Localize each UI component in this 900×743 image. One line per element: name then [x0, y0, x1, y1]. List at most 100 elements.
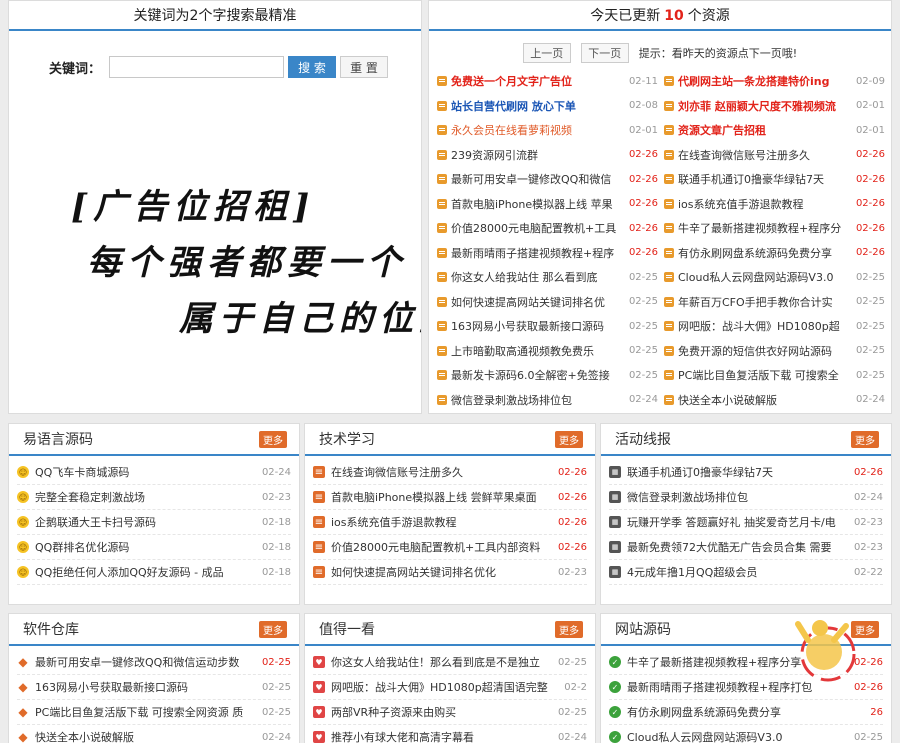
resource-item[interactable]: 微信登录刺激战场排位包 02-24 [437, 388, 658, 413]
item-title[interactable]: 快送全本小说破解版 [35, 729, 259, 743]
item-title[interactable]: 企鹅联通大王卡扫号源码 [35, 514, 259, 530]
resource-title[interactable]: 年薪百万CFO手把手教你合计实 [678, 294, 853, 310]
more-button[interactable]: 更多 [851, 430, 879, 448]
resource-title[interactable]: 资源文章广告招租 [678, 122, 853, 138]
list-item[interactable]: ☺ 完整全套稳定刺激战场 02-23 [17, 485, 291, 510]
item-title[interactable]: 如何快速提高网站关键词排名优化 [331, 564, 555, 580]
item-title[interactable]: 微信登录刺激战场排位包 [627, 489, 851, 505]
resource-item[interactable]: 免费送一个月文字广告位 02-11 [437, 69, 658, 94]
resource-item[interactable]: Cloud私人云网盘网站源码V3.0 02-25 [664, 265, 885, 290]
resource-item[interactable]: 最新雨晴雨子搭建视频教程+程序 02-26 [437, 241, 658, 266]
item-title[interactable]: 完整全套稳定刺激战场 [35, 489, 259, 505]
resource-item[interactable]: 快送全本小说破解版 02-24 [664, 388, 885, 413]
resource-title[interactable]: 上市暗勤取高通视频教免费乐 [451, 343, 626, 359]
resource-title[interactable]: 代刷网主站一条龙搭建特价ing [678, 73, 853, 89]
resource-item[interactable]: 年薪百万CFO手把手教你合计实 02-25 [664, 290, 885, 315]
resource-item[interactable]: 联通手机通订0撸豪华绿钻7天 02-26 [664, 167, 885, 192]
item-title[interactable]: PC端比目鱼复活版下载 可搜索全网资源 质 [35, 704, 259, 720]
resource-item[interactable]: 资源文章广告招租 02-01 [664, 118, 885, 143]
resource-item[interactable]: 站长自营代刷网 放心下单 02-08 [437, 94, 658, 119]
resource-title[interactable]: 239资源网引流群 [451, 147, 626, 163]
next-page-button[interactable]: 下一页 [580, 43, 629, 63]
list-item[interactable]: ▦ 最新免费领72大优酷无广告会员合集 需要 02-23 [609, 535, 883, 560]
resource-item[interactable]: 牛辛了最新搭建视频教程+程序分 02-26 [664, 216, 885, 241]
resource-title[interactable]: 免费开源的短信供衣好网站源码 [678, 343, 853, 359]
resource-item[interactable]: PC端比目鱼复活版下载 可搜索全 02-25 [664, 363, 885, 388]
list-item[interactable]: ◆ 163网易小号获取最新接口源码 02-25 [17, 675, 291, 700]
item-title[interactable]: 最新可用安卓一键修改QQ和微信运动步数 [35, 654, 259, 670]
list-item[interactable]: ≡ ios系统充值手游退款教程 02-26 [313, 510, 587, 535]
more-button[interactable]: 更多 [259, 620, 287, 638]
resource-title[interactable]: 最新发卡源码6.0全解密+免签接 [451, 367, 626, 383]
search-button[interactable]: 搜 索 [288, 56, 337, 78]
more-button[interactable]: 更多 [555, 620, 583, 638]
list-item[interactable]: ≡ 首款电脑iPhone模拟器上线 尝鲜苹果桌面 02-26 [313, 485, 587, 510]
list-item[interactable]: ▦ 玩赚开学季 答题赢好礼 抽奖爱奇艺月卡/电 02-23 [609, 510, 883, 535]
resource-item[interactable]: 代刷网主站一条龙搭建特价ing 02-09 [664, 69, 885, 94]
list-item[interactable]: ▦ 微信登录刺激战场排位包 02-24 [609, 485, 883, 510]
resource-item[interactable]: 最新可用安卓一键修改QQ和微信 02-26 [437, 167, 658, 192]
resource-title[interactable]: 最新可用安卓一键修改QQ和微信 [451, 171, 626, 187]
resource-item[interactable]: ios系统充值手游退款教程 02-26 [664, 192, 885, 217]
item-title[interactable]: 有仿永刷网盘系统源码免费分享 [627, 704, 851, 720]
item-title[interactable]: 首款电脑iPhone模拟器上线 尝鲜苹果桌面 [331, 489, 555, 505]
resource-item[interactable]: 239资源网引流群 02-26 [437, 143, 658, 168]
resource-item[interactable]: 永久会员在线看萝莉视频 02-01 [437, 118, 658, 143]
resource-item[interactable]: 首款电脑iPhone模拟器上线 苹果 02-26 [437, 192, 658, 217]
resource-title[interactable]: ios系统充值手游退款教程 [678, 196, 853, 212]
more-button[interactable]: 更多 [555, 430, 583, 448]
item-title[interactable]: 价值28000元电脑配置教机+工具内部资料 [331, 539, 555, 555]
search-input[interactable] [109, 56, 285, 78]
list-item[interactable]: ♥ 两部VR种子资源来由购买 02-25 [313, 700, 587, 725]
resource-item[interactable]: 如何快速提高网站关键词排名优 02-25 [437, 290, 658, 315]
list-item[interactable]: ☺ QQ飞车卡商城源码 02-24 [17, 460, 291, 485]
list-item[interactable]: ☺ QQ群排名优化源码 02-18 [17, 535, 291, 560]
resource-title[interactable]: 联通手机通订0撸豪华绿钻7天 [678, 171, 853, 187]
list-item[interactable]: ≡ 在线查询微信账号注册多久 02-26 [313, 460, 587, 485]
list-item[interactable]: ≡ 如何快速提高网站关键词排名优化 02-23 [313, 560, 587, 585]
list-item[interactable]: ◆ 快送全本小说破解版 02-24 [17, 725, 291, 743]
item-title[interactable]: 163网易小号获取最新接口源码 [35, 679, 259, 695]
resource-item[interactable]: 最新发卡源码6.0全解密+免签接 02-25 [437, 363, 658, 388]
resource-item[interactable]: 163网易小号获取最新接口源码 02-25 [437, 314, 658, 339]
resource-item[interactable]: 上市暗勤取高通视频教免费乐 02-25 [437, 339, 658, 364]
resource-item[interactable]: 网吧版：战斗大佣》HD1080p超 02-25 [664, 314, 885, 339]
resource-title[interactable]: 微信登录刺激战场排位包 [451, 392, 626, 408]
item-title[interactable]: ios系统充值手游退款教程 [331, 514, 555, 530]
item-title[interactable]: 你这女人给我站住！那么看到底是不是独立 [331, 654, 555, 670]
ad-banner[interactable]: [广告位招租] 每个强者都要一个 属于自己的位置 [9, 171, 421, 351]
resource-title[interactable]: 永久会员在线看萝莉视频 [451, 122, 626, 138]
resource-title[interactable]: 163网易小号获取最新接口源码 [451, 318, 626, 334]
resource-title[interactable]: 网吧版：战斗大佣》HD1080p超 [678, 318, 853, 334]
prev-page-button[interactable]: 上一页 [522, 43, 571, 63]
resource-title[interactable]: Cloud私人云网盘网站源码V3.0 [678, 269, 853, 285]
list-item[interactable]: ☺ QQ拒绝任何人添加QQ好友源码 - 成品 02-18 [17, 560, 291, 585]
item-title[interactable]: 4元成年撸1月QQ超级会员 [627, 564, 851, 580]
item-title[interactable]: 玩赚开学季 答题赢好礼 抽奖爱奇艺月卡/电 [627, 514, 851, 530]
resource-title[interactable]: 你这女人给我站住 那么看到底 [451, 269, 626, 285]
list-item[interactable]: ♥ 推荐小有球大佬和高清字幕看 02-24 [313, 725, 587, 743]
item-title[interactable]: 在线查询微信账号注册多久 [331, 464, 555, 480]
resource-title[interactable]: 如何快速提高网站关键词排名优 [451, 294, 626, 310]
resource-title[interactable]: 牛辛了最新搭建视频教程+程序分 [678, 220, 853, 236]
resource-title[interactable]: 快送全本小说破解版 [678, 392, 853, 408]
item-title[interactable]: QQ拒绝任何人添加QQ好友源码 - 成品 [35, 564, 259, 580]
resource-title[interactable]: 价值28000元电脑配置教机+工具 [451, 220, 626, 236]
item-title[interactable]: QQ飞车卡商城源码 [35, 464, 259, 480]
list-item[interactable]: ✓ Cloud私人云网盘网站源码V3.0 02-25 [609, 725, 883, 743]
resource-title[interactable]: PC端比目鱼复活版下载 可搜索全 [678, 367, 853, 383]
list-item[interactable]: ≡ 价值28000元电脑配置教机+工具内部资料 02-26 [313, 535, 587, 560]
item-title[interactable]: 推荐小有球大佬和高清字幕看 [331, 729, 555, 743]
list-item[interactable]: ☺ 企鹅联通大王卡扫号源码 02-18 [17, 510, 291, 535]
list-item[interactable]: ✓ 有仿永刷网盘系统源码免费分享 26 [609, 700, 883, 725]
item-title[interactable]: QQ群排名优化源码 [35, 539, 259, 555]
item-title[interactable]: 两部VR种子资源来由购买 [331, 704, 555, 720]
resource-item[interactable]: 免费开源的短信供衣好网站源码 02-25 [664, 339, 885, 364]
item-title[interactable]: 网吧版：战斗大佣》HD1080p超清国语完整 [331, 679, 555, 695]
resource-title[interactable]: 首款电脑iPhone模拟器上线 苹果 [451, 196, 626, 212]
resource-title[interactable]: 刘亦菲 赵丽颖大尺度不雅视频流 [678, 98, 853, 114]
list-item[interactable]: ♥ 你这女人给我站住！那么看到底是不是独立 02-25 [313, 650, 587, 675]
resource-title[interactable]: 在线查询微信账号注册多久 [678, 147, 853, 163]
resource-title[interactable]: 最新雨晴雨子搭建视频教程+程序 [451, 245, 626, 261]
item-title[interactable]: 联通手机通订0撸豪华绿钻7天 [627, 464, 851, 480]
